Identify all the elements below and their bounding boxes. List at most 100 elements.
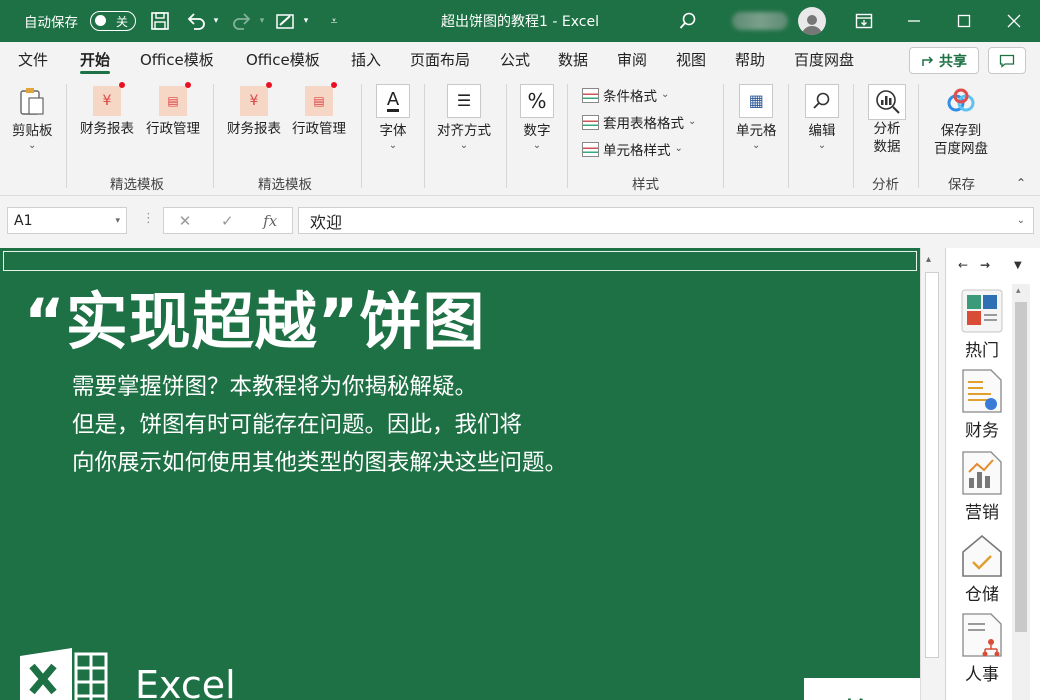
font-label: 字体 <box>379 123 407 139</box>
hot-icon <box>961 288 1003 334</box>
format-painter-icon[interactable] <box>274 0 298 42</box>
conditional-format-button[interactable]: 条件格式 ⌄ <box>582 84 669 106</box>
finance-report-button-2[interactable]: ¥ 财务报表 <box>227 82 281 138</box>
warehouse-icon <box>961 532 1003 578</box>
analyze-data-icon <box>868 84 906 120</box>
admin-management-button-1[interactable]: ▤ 行政管理 <box>146 82 200 138</box>
tab-home[interactable]: 开始 <box>80 42 111 78</box>
search-icon <box>805 84 839 118</box>
ribbon-display-icon[interactable] <box>852 0 876 42</box>
tab-baidu-netdisk[interactable]: 百度网盘 <box>794 42 854 78</box>
redo-icon <box>230 0 254 42</box>
percent-icon: % <box>520 84 554 118</box>
expand-formula-icon[interactable]: ⌄ <box>1017 215 1025 226</box>
more-options-icon[interactable]: ⋮ <box>142 211 155 226</box>
worksheet[interactable]: “实现超越”饼图 需要掌握饼图？本教程将为你揭秘解疑。 但是，饼图有时可能存在问… <box>0 248 920 700</box>
share-button[interactable]: 共享 <box>909 47 979 74</box>
save-to-label-2: 百度网盘 <box>934 141 988 157</box>
finance-doc-icon <box>961 368 1003 414</box>
autosave-label: 自动保存 <box>24 15 78 31</box>
autosave-toggle[interactable]: 关 <box>90 11 136 31</box>
pane-item-finance[interactable]: 财务 <box>958 368 1006 441</box>
cells-label: 单元格 <box>736 123 777 139</box>
search-icon[interactable] <box>676 0 700 42</box>
admin-management-label: 行政管理 <box>146 121 200 137</box>
cell-style-label: 单元格样式 <box>603 143 671 159</box>
selected-cell[interactable] <box>3 251 917 271</box>
pane-scrollbar-thumb[interactable] <box>1015 302 1027 632</box>
ribbon-tabs: 文件 开始 Office模板 Office模板 插入 页面布局 公式 数据 审阅… <box>0 42 1040 78</box>
excel-logo-text: Excel <box>135 663 236 700</box>
cancel-icon[interactable]: ✕ <box>179 212 192 230</box>
cell-style-button[interactable]: 单元格样式 ⌄ <box>582 138 683 160</box>
save-to-baidu-button[interactable]: 保存到 百度网盘 <box>934 84 988 158</box>
tab-review[interactable]: 审阅 <box>617 42 647 78</box>
finance-report-icon: ¥ <box>93 82 125 116</box>
maximize-icon[interactable] <box>952 0 976 42</box>
formula-bar: A1 ▾ ⋮ ✕ ✓ fx 欢迎 ⌄ <box>0 196 1040 248</box>
vertical-scrollbar[interactable]: ▴ <box>920 248 942 700</box>
confirm-icon[interactable]: ✓ <box>221 212 234 230</box>
pane-scrollbar[interactable]: ▴ <box>1012 284 1030 700</box>
finance-report-button-1[interactable]: ¥ 财务报表 <box>80 82 134 138</box>
comments-button[interactable] <box>988 47 1026 74</box>
tab-insert[interactable]: 插入 <box>351 42 381 78</box>
pane-item-warehouse[interactable]: 仓储 <box>958 532 1006 605</box>
format-as-table-button[interactable]: 套用表格格式 ⌄ <box>582 111 696 133</box>
scroll-up-icon[interactable]: ▴ <box>926 254 931 265</box>
undo-icon[interactable] <box>184 0 208 42</box>
chevron-down-icon: ▾ <box>115 215 120 226</box>
tab-formulas[interactable]: 公式 <box>500 42 530 78</box>
alignment-button[interactable]: ☰ 对齐方式 ⌄ <box>437 84 491 152</box>
customize-toolbar-icon[interactable]: ⩡ <box>326 0 342 42</box>
tab-data[interactable]: 数据 <box>558 42 588 78</box>
conditional-format-label: 条件格式 <box>603 89 657 105</box>
scroll-up-icon[interactable]: ▴ <box>1016 286 1021 296</box>
finance-report-icon: ¥ <box>240 82 272 116</box>
group-label-templates-1: 精选模板 <box>110 177 164 193</box>
pane-item-hr[interactable]: 人事 <box>958 612 1006 685</box>
analyze-data-button[interactable]: 分析 数据 <box>868 84 906 156</box>
save-icon[interactable] <box>148 0 172 42</box>
analyze-data-label-2: 数据 <box>873 139 901 155</box>
format-as-table-label: 套用表格格式 <box>603 116 684 132</box>
undo-dropdown-icon[interactable]: ▾ <box>210 0 222 42</box>
analyze-data-label-1: 分析 <box>873 121 901 137</box>
pane-item-label: 热门 <box>965 341 999 361</box>
name-box[interactable]: A1 ▾ <box>7 207 127 234</box>
admin-management-icon: ▤ <box>159 82 191 116</box>
scrollbar-thumb[interactable] <box>925 272 939 658</box>
divider <box>853 84 854 188</box>
pane-dropdown-icon[interactable]: ▼ <box>1014 260 1022 271</box>
name-box-value: A1 <box>14 212 33 229</box>
tab-office-templates-2[interactable]: Office模板 <box>246 42 320 78</box>
tab-page-layout[interactable]: 页面布局 <box>410 42 470 78</box>
close-icon[interactable] <box>1002 0 1026 42</box>
forward-arrow-icon[interactable]: → <box>980 258 990 272</box>
admin-management-button-2[interactable]: ▤ 行政管理 <box>292 82 346 138</box>
font-button[interactable]: A 字体 ⌄ <box>376 84 410 152</box>
minimize-icon[interactable] <box>902 0 926 42</box>
divider <box>361 84 362 188</box>
alignment-icon: ☰ <box>447 84 481 118</box>
tab-file[interactable]: 文件 <box>18 42 48 78</box>
share-icon <box>922 55 934 66</box>
pane-item-marketing[interactable]: 营销 <box>958 450 1006 523</box>
collapse-ribbon-icon[interactable]: ⌃ <box>1016 176 1026 190</box>
avatar[interactable] <box>798 0 826 42</box>
clipboard-button[interactable]: 剪贴板 ⌄ <box>12 84 53 152</box>
back-arrow-icon[interactable]: ← <box>958 258 968 272</box>
tab-help[interactable]: 帮助 <box>735 42 765 78</box>
tab-view[interactable]: 视图 <box>676 42 706 78</box>
cells-button[interactable]: ▦ 单元格 ⌄ <box>736 84 777 152</box>
editing-button[interactable]: 编辑 ⌄ <box>805 84 839 152</box>
pane-item-hot[interactable]: 热门 <box>958 288 1006 361</box>
tab-office-templates-1[interactable]: Office模板 <box>140 42 214 78</box>
start-button[interactable]: 开始吧 <box>804 678 920 700</box>
format-dropdown-icon[interactable]: ▾ <box>300 0 312 42</box>
ribbon: 剪贴板 ⌄ ¥ 财务报表 ▤ 行政管理 精选模板 ¥ 财务报表 ▤ 行政管理 精… <box>0 78 1040 196</box>
number-button[interactable]: % 数字 ⌄ <box>520 84 554 152</box>
insert-function-icon[interactable]: fx <box>263 212 277 230</box>
formula-input[interactable]: 欢迎 ⌄ <box>298 207 1034 234</box>
baidu-cloud-icon <box>944 84 978 118</box>
